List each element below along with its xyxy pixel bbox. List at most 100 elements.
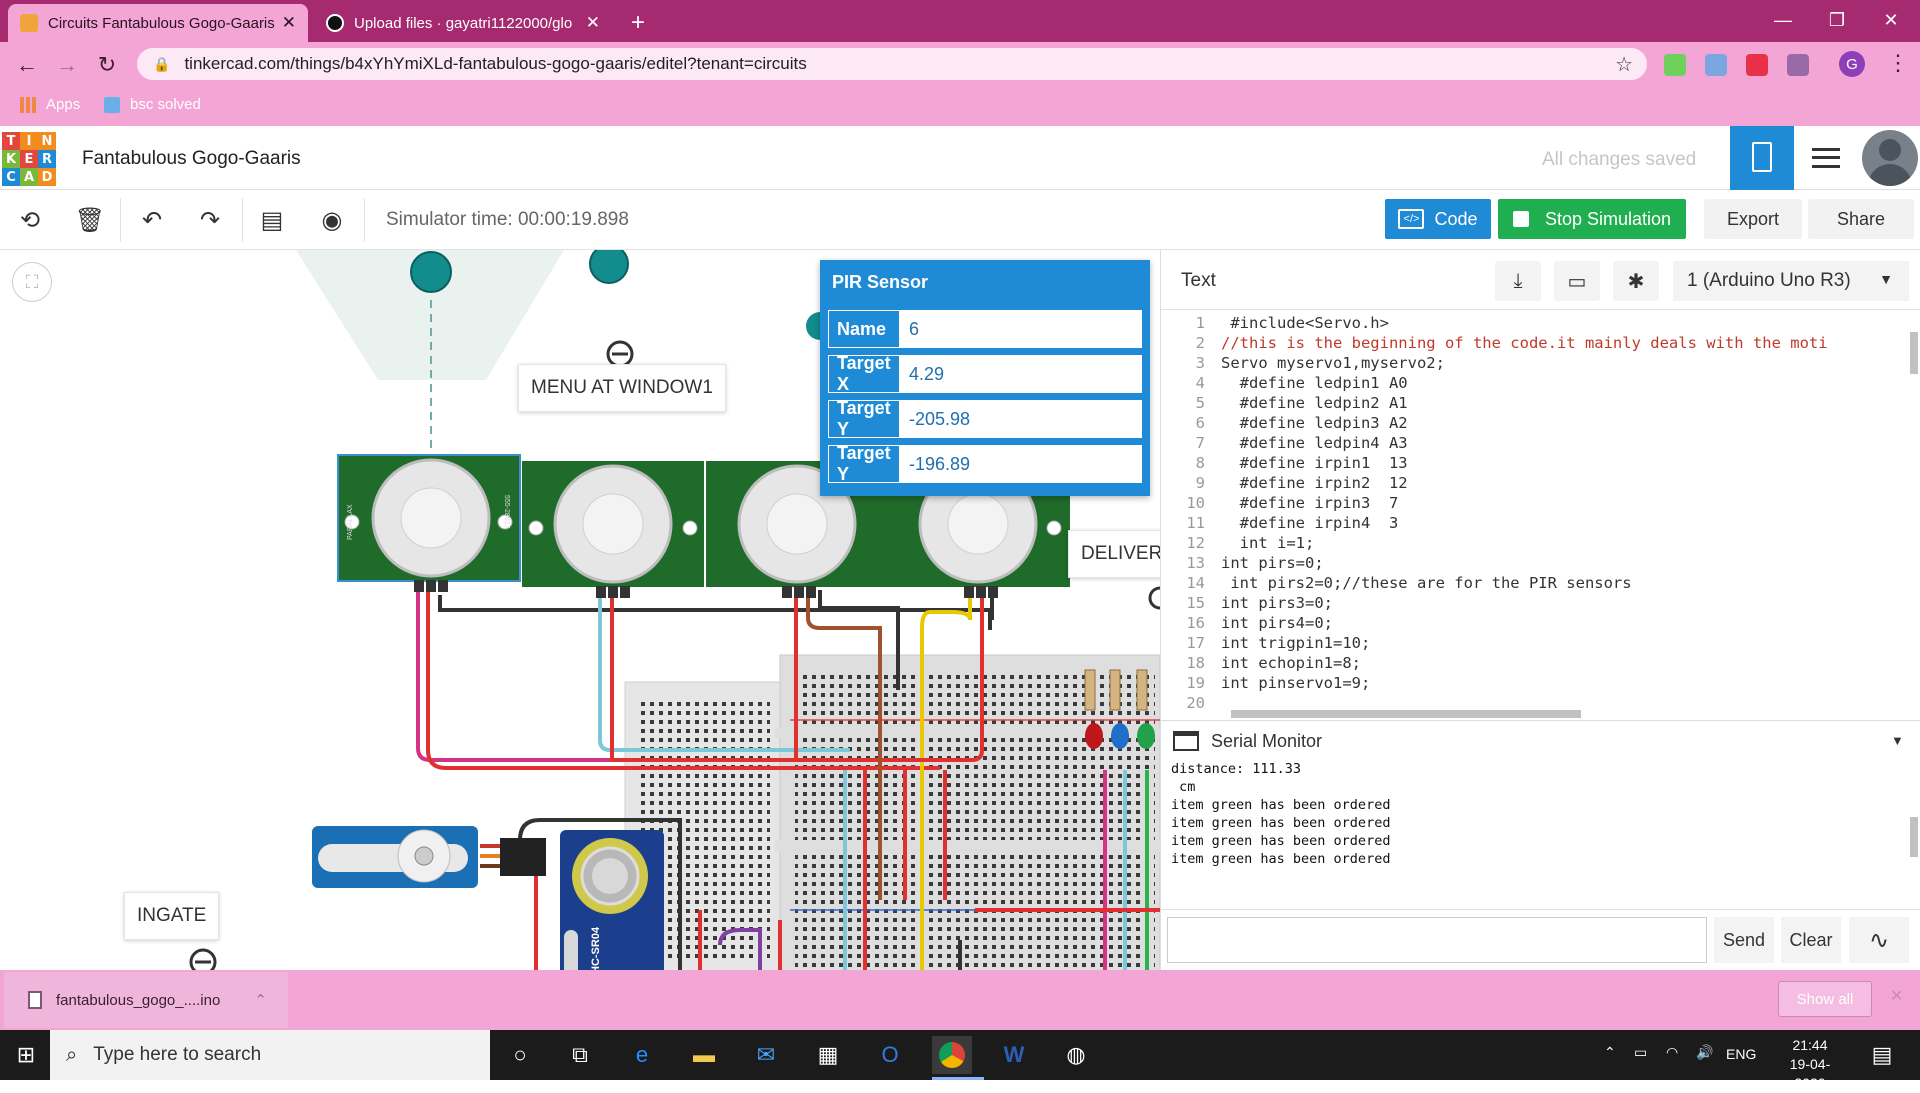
fit-view-button[interactable]: ⛶ (12, 262, 52, 302)
scroll-thumb[interactable] (1910, 332, 1918, 374)
forward-icon[interactable]: → (52, 50, 82, 80)
code-line[interactable]: 1 #include<Servo.h> (1161, 314, 1913, 334)
redo-icon[interactable]: ↷ (194, 204, 226, 236)
code-line[interactable]: 5 #define ledpin2 A1 (1161, 394, 1913, 414)
code-line[interactable]: 13 int pirs=0; (1161, 554, 1913, 574)
share-button[interactable]: Share (1808, 199, 1914, 239)
task-view-icon[interactable]: ⧉ (560, 1036, 600, 1074)
code-line[interactable]: 15 int pirs3=0; (1161, 594, 1913, 614)
address-bar[interactable]: 🔒 tinkercad.com/things/b4xYhYmiXLd-fanta… (137, 48, 1647, 80)
code-editor[interactable]: 1 #include<Servo.h> 2//this is the beginn… (1161, 314, 1913, 709)
code-line[interactable]: 6 #define ledpin3 A2 (1161, 414, 1913, 434)
notification-icon[interactable]: ▤ (1862, 1036, 1902, 1074)
visibility-icon[interactable]: ◉ (316, 204, 348, 236)
volume-icon[interactable]: 🔊 (1696, 1044, 1713, 1061)
extension-icon[interactable] (1787, 54, 1809, 76)
download-item[interactable]: fantabulous_gogo_....ino ⌃ (4, 972, 288, 1028)
canvas-label-ingate[interactable]: INGATE (124, 892, 220, 940)
bookmark-apps[interactable]: Apps (20, 96, 80, 113)
close-tab-icon[interactable]: ✕ (586, 13, 600, 33)
code-line[interactable]: 8 #define irpin1 13 (1161, 454, 1913, 474)
edge-icon[interactable]: e (622, 1036, 662, 1074)
user-avatar[interactable] (1862, 130, 1918, 186)
code-line[interactable]: 10 #define irpin3 7 (1161, 494, 1913, 514)
canvas-label-menu[interactable]: MENU AT WINDOW1 (518, 364, 726, 412)
tinkercad-logo[interactable]: T I N K E R C A D (2, 132, 56, 186)
graph-icon[interactable]: ∿ (1849, 917, 1909, 963)
code-line[interactable]: 18 int echopin1=8; (1161, 654, 1913, 674)
minimize-icon[interactable]: — (1756, 0, 1810, 40)
bookmark-star-icon[interactable]: ☆ (1615, 52, 1633, 77)
canvas-label-deliver[interactable]: DELIVER (1068, 530, 1160, 578)
code-line[interactable]: 11 #define irpin4 3 (1161, 514, 1913, 534)
chevron-down-icon[interactable]: ▼ (1891, 733, 1904, 748)
code-line[interactable]: 19 int pinservo1=9; (1161, 674, 1913, 694)
serial-scrollbar[interactable] (1909, 761, 1919, 873)
chevron-up-icon[interactable]: ⌃ (1604, 1044, 1616, 1061)
code-vertical-scrollbar[interactable] (1909, 314, 1919, 709)
code-line[interactable]: 12 int i=1; (1161, 534, 1913, 554)
reload-icon[interactable]: ↻ (92, 50, 122, 80)
undo-icon[interactable]: ↶ (136, 204, 168, 236)
download-icon[interactable]: ⤓ (1495, 261, 1541, 301)
chevron-up-icon[interactable]: ⌃ (254, 991, 267, 1009)
browser-tab[interactable]: Upload files · gayatri1122000/glo ✕ (314, 4, 612, 42)
close-window-icon[interactable]: ✕ (1864, 0, 1918, 40)
code-line[interactable]: 3 Servo myservo1,myservo2; (1161, 354, 1913, 374)
code-line[interactable]: 2 //this is the beginning of the code.it … (1161, 334, 1913, 354)
code-horizontal-scrollbar[interactable] (1213, 708, 1913, 720)
code-line[interactable]: 4 #define ledpin1 A0 (1161, 374, 1913, 394)
browser-tab-active[interactable]: Circuits Fantabulous Gogo-Gaaris ✕ (8, 4, 308, 42)
project-title[interactable]: Fantabulous Gogo-Gaaris (82, 148, 301, 170)
bookmark-bsc-solved[interactable]: bsc solved (104, 96, 201, 113)
target-y-input[interactable]: -196.89 (899, 446, 1141, 482)
word-icon[interactable]: W (994, 1036, 1034, 1074)
restore-icon[interactable]: ❐ (1810, 0, 1864, 40)
back-icon[interactable]: ← (12, 50, 42, 80)
code-line[interactable]: 7 #define ledpin4 A3 (1161, 434, 1913, 454)
show-all-button[interactable]: Show all (1778, 981, 1872, 1017)
code-line[interactable]: 9 #define irpin2 12 (1161, 474, 1913, 494)
close-tab-icon[interactable]: ✕ (282, 13, 296, 33)
stop-simulation-button[interactable]: Stop Simulation (1498, 199, 1686, 239)
extension-icon[interactable] (1664, 54, 1686, 76)
chrome-icon[interactable] (932, 1036, 972, 1074)
scroll-thumb[interactable] (1910, 817, 1918, 857)
language-indicator[interactable]: ENG (1726, 1046, 1756, 1062)
windows-start-icon[interactable]: ⊞ (6, 1036, 46, 1074)
serial-input[interactable] (1167, 917, 1707, 963)
code-line[interactable]: 14 int pirs2=0;//these are for the PIR s… (1161, 574, 1913, 594)
code-line[interactable]: 17 int trigpin1=10; (1161, 634, 1913, 654)
cortana-icon[interactable]: ○ (500, 1036, 540, 1074)
file-explorer-icon[interactable]: ▬ (684, 1036, 724, 1074)
component-list-button[interactable] (1794, 126, 1858, 190)
name-input[interactable]: 6 (899, 311, 1141, 347)
circuit-view-button[interactable] (1730, 126, 1794, 190)
wifi-icon[interactable]: ◠ (1666, 1044, 1678, 1061)
target-x-input[interactable]: 4.29 (899, 356, 1141, 392)
extension-icon[interactable] (1705, 54, 1727, 76)
pocket-icon[interactable] (1746, 54, 1768, 76)
github-desktop-icon[interactable]: ◍ (1056, 1036, 1096, 1074)
rotate-icon[interactable]: ⟲ (14, 204, 46, 236)
taskbar-clock[interactable]: 21:44 19-04-2020 (1775, 1036, 1845, 1093)
code-mode-select[interactable]: Text (1181, 270, 1216, 292)
debugger-bug-icon[interactable]: ✱ (1613, 261, 1659, 301)
serial-monitor-header[interactable]: Serial Monitor ▼ (1161, 721, 1920, 761)
scroll-thumb[interactable] (1231, 710, 1581, 718)
delete-icon[interactable]: 🗑 (74, 204, 106, 236)
clear-button[interactable]: Clear (1781, 917, 1841, 963)
store-icon[interactable]: ▦ (808, 1036, 848, 1074)
outlook-icon[interactable]: O (870, 1036, 910, 1074)
board-select[interactable]: 1 (Arduino Uno R3) ▼ (1673, 261, 1909, 301)
profile-avatar[interactable]: G (1839, 51, 1865, 77)
code-line[interactable]: 20 (1161, 694, 1913, 709)
taskbar-search[interactable]: ⌕ Type here to search (50, 1030, 490, 1080)
close-downloads-icon[interactable]: ✕ (1890, 986, 1903, 1006)
library-icon[interactable]: ▭ (1554, 261, 1600, 301)
target-y-input[interactable]: -205.98 (899, 401, 1141, 437)
export-button[interactable]: Export (1704, 199, 1802, 239)
battery-icon[interactable]: ▭ (1634, 1044, 1647, 1061)
new-tab-button[interactable]: + (618, 4, 658, 42)
code-line[interactable]: 16 int pirs4=0; (1161, 614, 1913, 634)
